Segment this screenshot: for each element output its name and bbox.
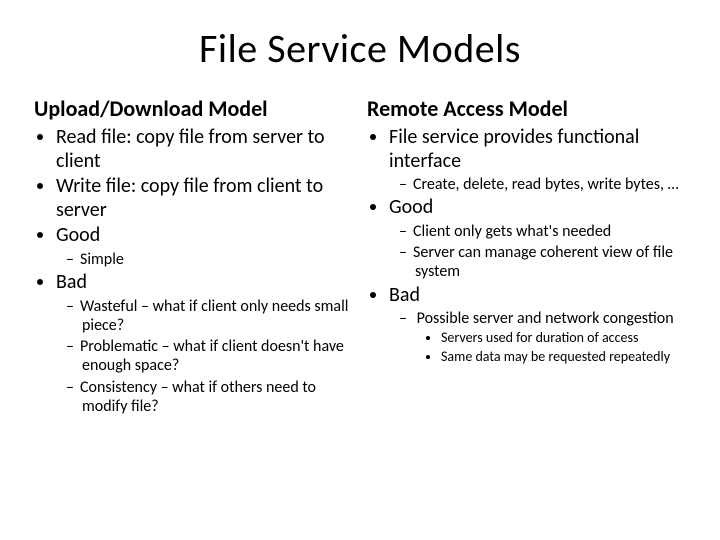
- left-bad-consistency: Consistency – what if others need to mod…: [82, 378, 353, 416]
- left-heading: Upload/Download Model: [34, 95, 353, 122]
- left-list: Read file: copy file from server to clie…: [34, 126, 353, 416]
- slide-title: File Service Models: [34, 24, 686, 73]
- right-interface-sublist: Create, delete, read bytes, write bytes,…: [389, 175, 686, 194]
- right-item-good-label: Good: [389, 195, 433, 219]
- left-good-simple: Simple: [82, 250, 353, 269]
- left-bad-problematic: Problematic – what if client doesn't hav…: [82, 337, 353, 375]
- right-bad-congestion-label: Possible server and network congestion: [417, 309, 674, 328]
- left-bad-sublist: Wasteful – what if client only needs sma…: [56, 297, 353, 416]
- right-heading: Remote Access Model: [367, 95, 686, 122]
- left-item-bad: Bad Wasteful – what if client only needs…: [56, 271, 353, 416]
- right-item-interface-label: File service provides functional interfa…: [389, 125, 639, 173]
- left-good-sublist: Simple: [56, 250, 353, 269]
- right-column: Remote Access Model File service provide…: [367, 95, 686, 418]
- right-item-good: Good Client only gets what's needed Serv…: [389, 196, 686, 281]
- right-interface-ops: Create, delete, read bytes, write bytes,…: [415, 175, 686, 194]
- left-item-good-label: Good: [56, 223, 100, 247]
- right-item-bad-label: Bad: [389, 283, 420, 307]
- left-item-good: Good Simple: [56, 224, 353, 269]
- right-item-bad: Bad Possible server and network congesti…: [389, 284, 686, 366]
- slide: File Service Models Upload/Download Mode…: [0, 0, 720, 540]
- right-bad-servers-duration: Servers used for duration of access: [441, 330, 686, 347]
- right-list: File service provides functional interfa…: [367, 126, 686, 366]
- left-item-read: Read file: copy file from server to clie…: [56, 126, 353, 173]
- left-column: Upload/Download Model Read file: copy fi…: [34, 95, 353, 418]
- left-item-bad-label: Bad: [56, 270, 87, 294]
- right-good-coherent: Server can manage coherent view of file …: [415, 243, 686, 281]
- right-bad-same-data: Same data may be requested repeatedly: [441, 349, 686, 366]
- right-item-interface: File service provides functional interfa…: [389, 126, 686, 194]
- right-bad-sublist: Possible server and network congestion S…: [389, 309, 686, 366]
- right-bad-congestion-sublist: Servers used for duration of access Same…: [415, 330, 686, 366]
- right-good-needed: Client only gets what's needed: [415, 222, 686, 241]
- right-good-sublist: Client only gets what's needed Server ca…: [389, 222, 686, 282]
- left-item-write: Write file: copy file from client to ser…: [56, 175, 353, 222]
- right-bad-congestion: Possible server and network congestion S…: [415, 309, 686, 366]
- left-bad-wasteful: Wasteful – what if client only needs sma…: [82, 297, 353, 335]
- two-column-layout: Upload/Download Model Read file: copy fi…: [34, 95, 686, 418]
